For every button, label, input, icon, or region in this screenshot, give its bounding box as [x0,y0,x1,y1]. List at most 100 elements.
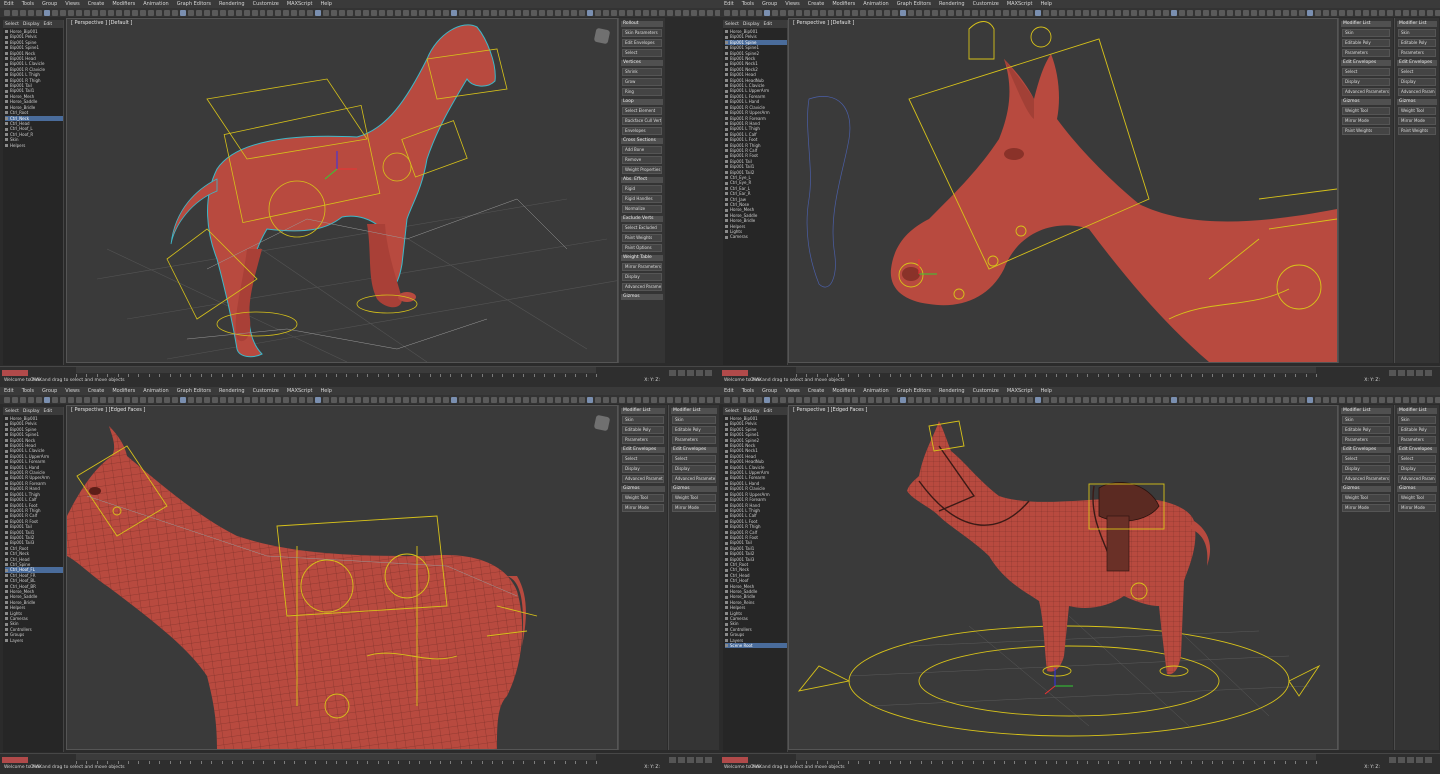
toolbar-tool-icon[interactable] [59,396,66,403]
panel-button[interactable]: Select [622,455,664,463]
toolbar-tool-icon[interactable] [459,9,466,16]
toolbar-tool-icon[interactable] [171,9,178,16]
menu-item[interactable]: Animation [863,1,889,7]
toolbar-tool-icon[interactable] [995,9,1002,16]
toolbar-tool-icon[interactable] [1107,396,1114,403]
toolbar-tool-icon[interactable] [1139,9,1146,16]
toolbar-tool-icon[interactable] [123,9,130,16]
toolbar-tool-icon[interactable] [307,9,314,16]
rollout-header[interactable]: Modifier List [621,408,665,414]
toolbar-tool-icon[interactable] [67,9,74,16]
toolbar-tool-icon[interactable] [923,396,930,403]
toolbar-tool-icon[interactable] [291,9,298,16]
toolbar-tool-icon[interactable] [1298,9,1305,16]
toolbar-tool-icon[interactable] [411,9,418,16]
toolbar-tool-icon[interactable] [187,9,194,16]
menu-item[interactable]: Create [808,1,825,7]
toolbar-tool-icon[interactable] [331,9,338,16]
toolbar-tool-icon[interactable] [747,9,754,16]
toolbar-tool-icon[interactable] [851,9,858,16]
toolbar-tool-icon[interactable] [1266,396,1273,403]
toolbar-tool-icon[interactable] [275,9,282,16]
panel-button[interactable]: Editable Poly [622,426,664,434]
toolbar-tool-icon[interactable] [1346,9,1353,16]
toolbar-tool-icon[interactable] [403,9,410,16]
toolbar-tool-icon[interactable] [1211,396,1218,403]
panel-button[interactable]: Skin [1342,29,1390,37]
panel-button[interactable]: Edit Envelopes [622,39,662,47]
toolbar-tool-icon[interactable] [562,396,569,403]
toolbar-tool-icon[interactable] [91,9,98,16]
toolbar-tool-icon[interactable] [1338,396,1345,403]
toolbar-tool-icon[interactable] [4,396,10,403]
toolbar-tool-icon[interactable] [891,9,898,16]
toolbar-tool-icon[interactable] [83,396,90,403]
menu-item[interactable]: MAXScript [287,388,313,394]
toolbar-tool-icon[interactable] [1282,396,1289,403]
panel-button[interactable]: Skin [1398,416,1436,424]
scene-list-item[interactable]: Helpers [5,143,63,148]
toolbar-tool-icon[interactable] [371,396,378,403]
toolbar-tool-icon[interactable] [554,396,561,403]
toolbar-tool-icon[interactable] [1266,9,1273,16]
toolbar-tool-icon[interactable] [650,9,657,16]
panel-button[interactable]: Parameters [622,436,664,444]
toolbar-tool-icon[interactable] [1258,396,1265,403]
toolbar-tool-icon[interactable] [99,396,106,403]
toolbar-tool-icon[interactable] [1235,9,1241,16]
toolbar-tool-icon[interactable] [1282,9,1289,16]
toolbar-tool-icon[interactable] [1187,396,1194,403]
toolbar-tool-icon[interactable] [755,396,762,403]
viewport-label[interactable]: [ Perspective ] [Edged Faces ] [793,407,867,413]
toolbar-tool-icon[interactable] [987,9,994,16]
toolbar-tool-icon[interactable] [1171,9,1178,16]
toolbar-tool-icon[interactable] [243,9,250,16]
toolbar-tool-icon[interactable] [1378,9,1385,16]
toolbar-tool-icon[interactable] [1099,9,1106,16]
toolbar-tool-icon[interactable] [682,9,689,16]
toolbar-tool-icon[interactable] [1394,9,1401,16]
toolbar-tool-icon[interactable] [995,396,1002,403]
toolbar-tool-icon[interactable] [1314,9,1321,16]
toolbar-tool-icon[interactable] [546,9,553,16]
toolbar-tool-icon[interactable] [907,396,914,403]
toolbar-tool-icon[interactable] [1091,396,1098,403]
panel-button[interactable]: Advanced Parameters [672,475,716,483]
scene-tab-select[interactable]: Select [5,409,19,414]
menu-item[interactable]: Graph Editors [897,388,931,394]
panel-button[interactable]: Paint Weights [1398,127,1436,135]
toolbar-tool-icon[interactable] [915,9,922,16]
menu-item[interactable]: Tools [22,388,34,394]
toolbar-tool-icon[interactable] [363,9,370,16]
toolbar-tool-icon[interactable] [1027,396,1034,403]
panel-button[interactable]: Paint Weights [622,234,662,242]
toolbar-tool-icon[interactable] [811,396,818,403]
menu-item[interactable]: Group [762,1,777,7]
toolbar-tool-icon[interactable] [674,396,681,403]
panel-button[interactable]: Display [1398,465,1436,473]
toolbar-tool-icon[interactable] [323,396,330,403]
toolbar-tool-icon[interactable] [706,396,713,403]
panel-button[interactable]: Display [672,465,716,473]
viewcube-icon[interactable] [593,414,611,432]
menu-item[interactable]: Help [1041,1,1052,7]
panel-button[interactable]: Advanced Parameters [622,283,662,291]
panel-button[interactable]: Backface Cull Vertices [622,117,662,125]
scene-tab-select[interactable]: Select [725,409,739,414]
toolbar-tool-icon[interactable] [843,396,850,403]
menu-item[interactable]: Rendering [939,1,965,7]
toolbar-tool-icon[interactable] [1083,396,1090,403]
toolbar-tool-icon[interactable] [546,396,553,403]
toolbar-tool-icon[interactable] [763,396,770,403]
rollout-header[interactable]: Abs. Effect [621,177,663,183]
rollout-header[interactable]: Modifier List [1341,408,1391,414]
toolbar-tool-icon[interactable] [1011,9,1018,16]
toolbar-tool-icon[interactable] [779,9,786,16]
toolbar-tool-icon[interactable] [507,396,513,403]
scene-tab-select[interactable]: Select [725,22,739,27]
toolbar-tool-icon[interactable] [819,9,826,16]
toolbar-tool-icon[interactable] [227,9,234,16]
toolbar-tool-icon[interactable] [147,9,154,16]
toolbar-tool-icon[interactable] [642,9,649,16]
toolbar-tool-icon[interactable] [634,9,641,16]
